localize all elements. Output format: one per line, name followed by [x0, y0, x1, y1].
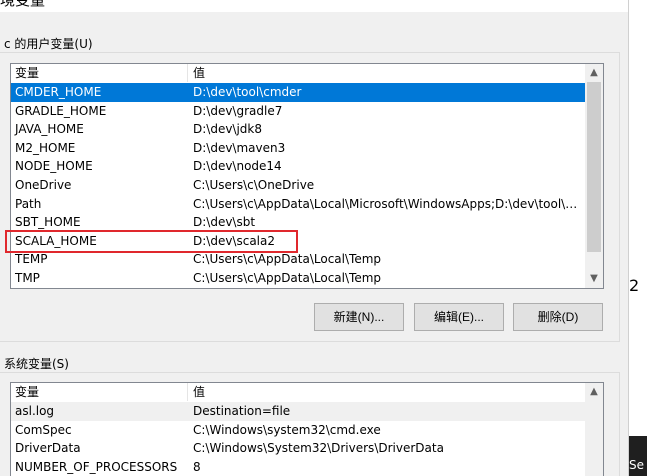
var-name: Path — [15, 196, 42, 211]
user-vars-header: 变量 值 — [11, 64, 585, 82]
taskbar-text: Se — [629, 458, 644, 472]
table-row[interactable]: NUMBER_OF_PROCESSORS 8 — [11, 458, 585, 476]
system-vars-scrollbar[interactable]: ▲ — [585, 383, 603, 476]
table-row[interactable]: NODE_HOME D:\dev\node14 — [11, 157, 585, 176]
scroll-up-icon[interactable]: ▲ — [585, 383, 603, 401]
var-name: NODE_HOME — [15, 159, 93, 174]
var-value: D:\dev\node14 — [193, 159, 282, 174]
var-value: Destination=file — [193, 404, 291, 418]
table-row[interactable]: Path C:\Users\c\AppData\Local\Microsoft\… — [11, 195, 585, 214]
scroll-thumb[interactable] — [587, 82, 601, 252]
table-row[interactable]: OneDrive C:\Users\c\OneDrive — [11, 176, 585, 195]
var-name: OneDrive — [15, 178, 72, 192]
var-value: D:\dev\tool\cmder — [193, 85, 302, 99]
table-row[interactable]: DriverData C:\Windows\System32\Drivers\D… — [11, 439, 585, 458]
var-name: TEMP — [15, 252, 48, 267]
var-name: TMP — [15, 271, 40, 285]
table-row[interactable]: TEMP C:\Users\c\AppData\Local\Temp — [11, 250, 585, 269]
var-value: C:\Users\c\AppData\Local\Microsoft\Windo… — [193, 196, 581, 211]
user-vars-list[interactable]: 变量 值 CMDER_HOME D:\dev\tool\cmder GRADLE… — [10, 63, 604, 289]
scroll-down-icon[interactable]: ▼ — [585, 270, 603, 288]
var-value: C:\Users\c\OneDrive — [193, 178, 315, 192]
background-text: 2 — [629, 276, 640, 295]
column-header-name[interactable]: 变量 — [15, 65, 39, 81]
edit-button[interactable]: 编辑(E)... — [414, 303, 504, 331]
var-name: DriverData — [15, 441, 81, 456]
var-value: C:\Users\c\AppData\Local\Temp — [193, 252, 382, 267]
environment-variables-dialog: 境变量 c 的用户变量(U) 变量 值 CMDER_HOME D:\dev\to… — [0, 0, 628, 476]
var-value: D:\dev\jdk8 — [193, 122, 263, 137]
system-vars-label: 系统变量(S) — [2, 356, 71, 372]
var-value: C:\Users\c\AppData\Local\Temp — [193, 271, 382, 285]
var-name: M2_HOME — [15, 140, 76, 155]
column-header-value[interactable]: 值 — [193, 65, 205, 81]
scroll-up-icon[interactable]: ▲ — [585, 64, 603, 82]
var-name: CMDER_HOME — [15, 85, 102, 99]
var-value: C:\Windows\System32\Drivers\DriverData — [193, 441, 444, 456]
new-button[interactable]: 新建(N)... — [314, 303, 404, 331]
var-name: NUMBER_OF_PROCESSORS — [15, 459, 178, 474]
column-divider[interactable] — [187, 383, 188, 401]
column-header-value[interactable]: 值 — [193, 384, 205, 400]
column-header-name[interactable]: 变量 — [15, 384, 39, 400]
var-value: D:\dev\maven3 — [193, 140, 286, 155]
background-taskbar: Se — [629, 436, 647, 476]
table-row[interactable]: JAVA_HOME D:\dev\jdk8 — [11, 120, 585, 139]
table-row[interactable]: CMDER_HOME D:\dev\tool\cmder — [11, 83, 585, 102]
column-divider[interactable] — [187, 64, 188, 82]
var-value: D:\dev\sbt — [193, 215, 256, 230]
table-row[interactable]: ComSpec C:\Windows\system32\cmd.exe — [11, 421, 585, 440]
table-row[interactable]: TMP C:\Users\c\AppData\Local\Temp — [11, 269, 585, 288]
var-name: SBT_HOME — [15, 215, 81, 230]
table-row[interactable]: SBT_HOME D:\dev\sbt — [11, 213, 585, 232]
var-name: GRADLE_HOME — [15, 103, 107, 118]
table-row[interactable]: M2_HOME D:\dev\maven3 — [11, 139, 585, 158]
table-row[interactable]: asl.log Destination=file — [11, 402, 585, 421]
window-title: 境变量 — [0, 0, 46, 9]
user-vars-label: c 的用户变量(U) — [2, 36, 95, 52]
system-vars-header: 变量 值 — [11, 383, 585, 401]
system-vars-list[interactable]: 变量 值 asl.log Destination=file ComSpec C:… — [10, 382, 604, 476]
var-value: C:\Windows\system32\cmd.exe — [193, 422, 381, 437]
var-name: JAVA_HOME — [15, 122, 84, 137]
scala-home-highlight-box — [5, 230, 298, 253]
background-window: 2 Se — [628, 0, 647, 476]
var-value: 8 — [193, 459, 201, 474]
var-name: ComSpec — [15, 422, 72, 437]
user-vars-scrollbar[interactable]: ▲ ▼ — [585, 64, 603, 288]
delete-button[interactable]: 删除(D) — [513, 303, 603, 331]
table-row[interactable]: GRADLE_HOME D:\dev\gradle7 — [11, 102, 585, 121]
var-value: D:\dev\gradle7 — [193, 103, 283, 118]
title-bar: 境变量 — [0, 0, 628, 12]
var-name: asl.log — [15, 404, 55, 418]
